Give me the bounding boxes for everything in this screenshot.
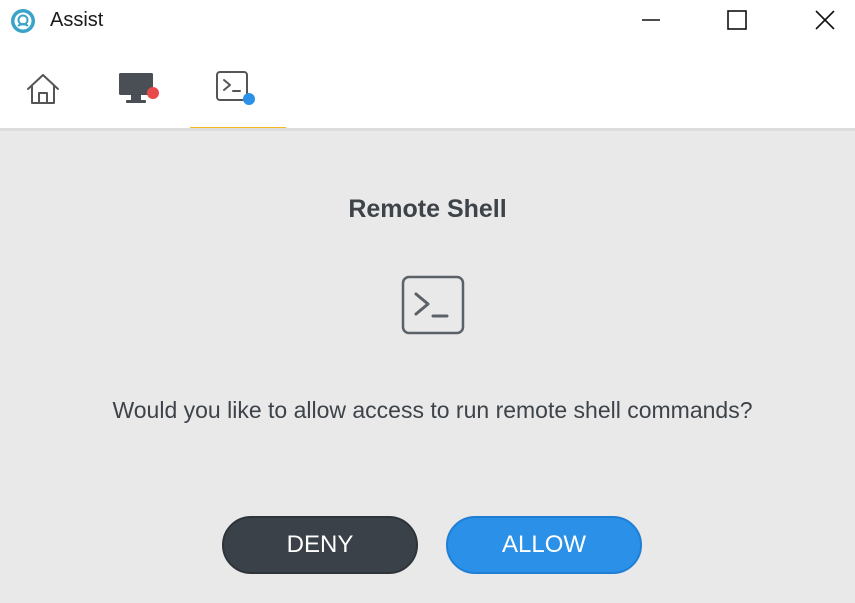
panel-title: Remote Shell <box>348 195 507 223</box>
maximize-button[interactable] <box>714 0 760 40</box>
tab-remote-shell[interactable] <box>190 50 286 128</box>
home-icon <box>27 74 59 104</box>
allow-button[interactable]: ALLOW <box>446 516 642 574</box>
terminal-icon <box>401 275 465 335</box>
minimize-icon <box>642 19 660 21</box>
title-bar: Assist <box>0 0 855 44</box>
assist-window: Assist Remote Shell Would you like to al… <box>0 0 855 603</box>
screen-icon-wrap <box>117 70 165 108</box>
tab-home[interactable] <box>12 50 74 128</box>
minimize-button[interactable] <box>628 0 674 40</box>
shell-status-dot <box>243 93 255 105</box>
shell-icon-wrap <box>214 69 262 109</box>
close-icon <box>815 10 835 30</box>
window-title: Assist <box>50 9 104 31</box>
remote-shell-panel: Remote Shell Would you like to allow acc… <box>0 131 855 603</box>
app-logo-icon <box>11 9 35 33</box>
screen-status-dot <box>147 87 159 99</box>
deny-button[interactable]: DENY <box>222 516 418 574</box>
toolbar <box>0 50 855 128</box>
permission-message: Would you like to allow access to run re… <box>112 397 753 423</box>
close-button[interactable] <box>802 0 848 40</box>
maximize-icon <box>727 10 747 30</box>
tab-screen-share[interactable] <box>110 50 172 128</box>
